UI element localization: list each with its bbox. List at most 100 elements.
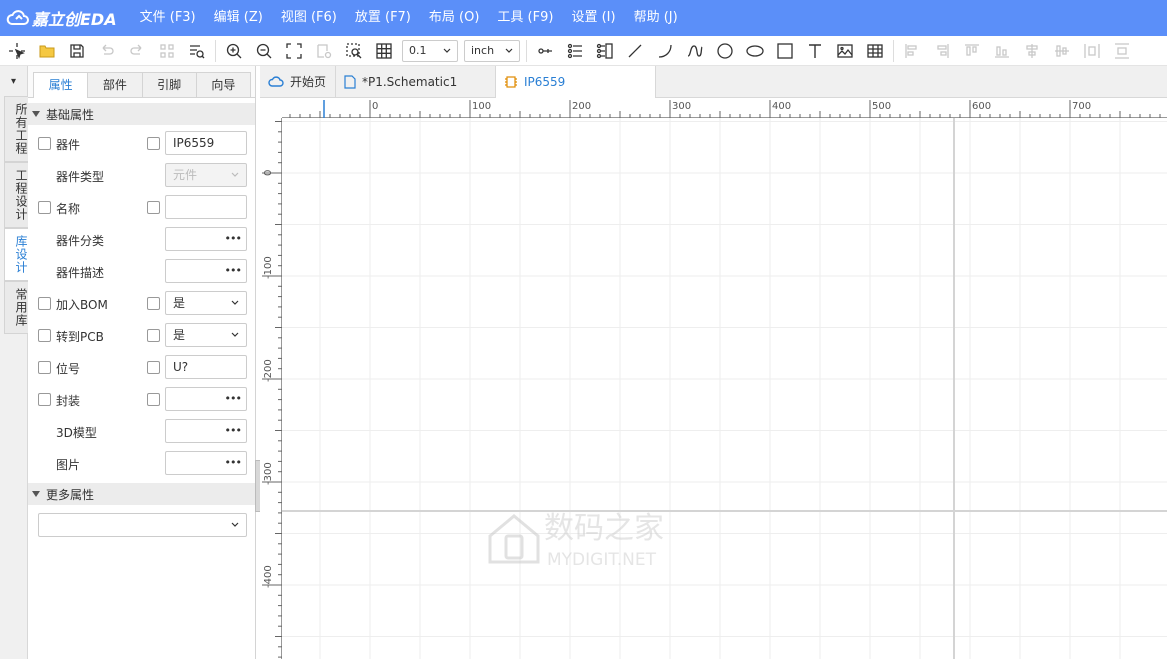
pin-array-icon[interactable] — [590, 37, 620, 65]
tab-parts[interactable]: 部件 — [87, 72, 143, 97]
ruler-label: 600 — [972, 101, 991, 112]
checkbox[interactable] — [38, 137, 51, 150]
menu-place[interactable]: 放置 (F7) — [346, 0, 420, 36]
more-options-icon[interactable]: ••• — [225, 420, 242, 442]
document-icon — [344, 74, 356, 89]
align-left-icon[interactable] — [897, 37, 927, 65]
bezier-tool-icon[interactable] — [680, 37, 710, 65]
section-basic-properties[interactable]: 基础属性 — [28, 103, 255, 125]
side-tab-all-projects[interactable]: 所有工程 — [4, 96, 28, 162]
prop-row-device: 器件 IP6559 — [28, 127, 255, 159]
add-bom-select[interactable]: 是 — [165, 291, 247, 315]
ruler-label: -100 — [263, 256, 274, 279]
canvas-drawing[interactable]: 数码之家 MYDIGIT.NET 0 100 200 300 400 500 600 700 … — [260, 98, 1167, 659]
origin-axes — [282, 118, 1167, 659]
menu-settings[interactable]: 设置 (I) — [562, 0, 624, 36]
tab-ip6559[interactable]: IP6559 — [496, 66, 656, 98]
section-more-properties[interactable]: 更多属性 — [28, 483, 255, 505]
checkbox[interactable] — [38, 361, 51, 374]
unit-select[interactable]: inch — [464, 39, 520, 62]
zoom-area-icon[interactable] — [339, 37, 369, 65]
to-pcb-select[interactable]: 是 — [165, 323, 247, 347]
arc-tool-icon[interactable] — [650, 37, 680, 65]
more-options-icon[interactable]: ••• — [225, 228, 242, 250]
distribute-icon[interactable] — [1077, 37, 1107, 65]
pin-tool-icon[interactable] — [530, 37, 560, 65]
align-bottom-icon[interactable] — [987, 37, 1017, 65]
zoom-out-icon[interactable] — [249, 37, 279, 65]
device-description-field[interactable]: ••• — [165, 259, 247, 283]
prop-row-name: 名称 — [28, 191, 255, 223]
side-tab-library-design[interactable]: 库设计 — [4, 228, 28, 281]
more-options-icon[interactable]: ••• — [225, 260, 242, 282]
left-ruler: 0 -100 -200 -300 -400 — [260, 98, 282, 659]
checkbox[interactable] — [147, 361, 160, 374]
text-tool-icon[interactable] — [800, 37, 830, 65]
select-tool-icon[interactable] — [2, 37, 32, 65]
group-icon[interactable] — [152, 37, 182, 65]
checkbox[interactable] — [147, 329, 160, 342]
align-center-v-icon[interactable] — [1047, 37, 1077, 65]
grid-icon[interactable] — [369, 37, 399, 65]
checkbox[interactable] — [147, 137, 160, 150]
image-field[interactable]: ••• — [165, 451, 247, 475]
side-tab-common-library[interactable]: 常用库 — [4, 281, 28, 334]
table-tool-icon[interactable] — [860, 37, 890, 65]
image-tool-icon[interactable] — [830, 37, 860, 65]
align-center-h-icon[interactable] — [1017, 37, 1047, 65]
tab-schematic[interactable]: *P1.Schematic1 — [336, 66, 496, 97]
designator-input[interactable]: U? — [165, 355, 247, 379]
list-search-icon[interactable] — [182, 37, 212, 65]
open-folder-icon[interactable] — [32, 37, 62, 65]
footprint-field[interactable]: ••• — [165, 387, 247, 411]
name-input[interactable] — [165, 195, 247, 219]
schematic-canvas[interactable]: 数码之家 MYDIGIT.NET 0 100 200 300 400 500 600 700 … — [260, 98, 1167, 659]
prop-row-add-bom: 加入BOM 是 — [28, 287, 255, 319]
save-icon[interactable] — [62, 37, 92, 65]
menu-view[interactable]: 视图 (F6) — [272, 0, 346, 36]
pin-icon[interactable]: ▾ — [0, 66, 27, 96]
ellipse-tool-icon[interactable] — [740, 37, 770, 65]
distribute-v-icon[interactable] — [1107, 37, 1137, 65]
zoom-in-icon[interactable] — [219, 37, 249, 65]
menu-tools[interactable]: 工具 (F9) — [488, 0, 562, 36]
fit-view-icon[interactable] — [279, 37, 309, 65]
chevron-down-icon — [231, 172, 239, 177]
device-type-select[interactable]: 元件 — [165, 163, 247, 187]
checkbox[interactable] — [38, 393, 51, 406]
align-right-icon[interactable] — [927, 37, 957, 65]
app-logo[interactable]: 嘉立创EDA — [6, 6, 117, 30]
grid-size-select[interactable]: 0.1 — [402, 39, 458, 62]
ruler-label: 300 — [672, 101, 691, 112]
checkbox[interactable] — [38, 201, 51, 214]
3d-model-field[interactable]: ••• — [165, 419, 247, 443]
more-options-icon[interactable]: ••• — [225, 388, 242, 410]
menu-edit[interactable]: 编辑 (Z) — [205, 0, 272, 36]
menu-help[interactable]: 帮助 (J) — [625, 0, 687, 36]
menu-file[interactable]: 文件 (F3) — [131, 0, 205, 36]
tab-start-page[interactable]: 开始页 — [260, 66, 336, 97]
tab-wizard[interactable]: 向导 — [195, 72, 251, 97]
checkbox[interactable] — [147, 297, 160, 310]
menu-layout[interactable]: 布局 (O) — [420, 0, 489, 36]
checkbox[interactable] — [38, 329, 51, 342]
align-top-icon[interactable] — [957, 37, 987, 65]
more-options-icon[interactable]: ••• — [225, 452, 242, 474]
pin-list-icon[interactable] — [560, 37, 590, 65]
device-input[interactable]: IP6559 — [165, 131, 247, 155]
checkbox[interactable] — [147, 201, 160, 214]
redo-icon[interactable] — [122, 37, 152, 65]
checkbox[interactable] — [38, 297, 51, 310]
device-category-field[interactable]: ••• — [165, 227, 247, 251]
tab-pins[interactable]: 引脚 — [141, 72, 197, 97]
prop-row-image: 图片 ••• — [28, 447, 255, 479]
more-properties-select[interactable] — [38, 513, 247, 537]
circle-tool-icon[interactable] — [710, 37, 740, 65]
side-tab-project-design[interactable]: 工程设计 — [4, 162, 28, 228]
zoom-selection-icon[interactable] — [309, 37, 339, 65]
tab-properties[interactable]: 属性 — [33, 72, 89, 98]
undo-icon[interactable] — [92, 37, 122, 65]
checkbox[interactable] — [147, 393, 160, 406]
line-tool-icon[interactable] — [620, 37, 650, 65]
rectangle-tool-icon[interactable] — [770, 37, 800, 65]
